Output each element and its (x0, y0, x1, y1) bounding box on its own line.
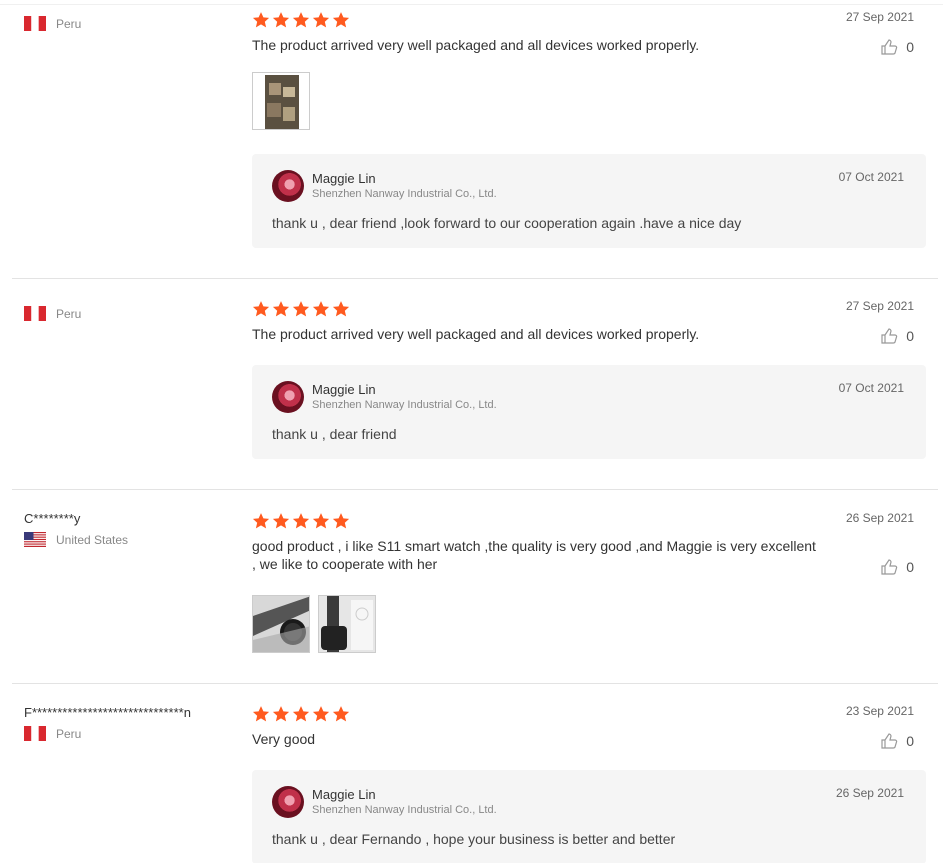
review-photo[interactable] (318, 595, 376, 653)
seller-reply: Maggie Lin Shenzhen Nanway Industrial Co… (252, 154, 926, 248)
like-button[interactable]: 0 (880, 558, 914, 576)
rating-stars (252, 705, 926, 723)
thumbs-up-icon (881, 559, 898, 575)
reviewer-info: Peru (24, 306, 81, 321)
star-icon (312, 301, 330, 317)
reviewer-name: C********y (24, 511, 81, 526)
reviewer-country: Peru (24, 306, 81, 321)
review-date: 26 Sep 2021 (845, 511, 914, 525)
like-button[interactable]: 0 (880, 732, 914, 750)
review-photo[interactable] (252, 595, 310, 653)
review-photos (252, 595, 926, 653)
review-text: Very good (252, 731, 316, 747)
star-icon (332, 12, 350, 28)
reviewer-info: C********y United States (24, 510, 128, 547)
review-text: The product arrived very well packaged a… (252, 326, 700, 342)
thumbs-up-icon (881, 328, 898, 344)
star-icon (312, 513, 330, 529)
reply-text: thank u , dear friend ,look forward to o… (272, 215, 742, 231)
seller-reply: Maggie Lin Shenzhen Nanway Industrial Co… (252, 770, 926, 863)
review-content: The product arrived very well packaged a… (252, 11, 926, 130)
star-icon (312, 706, 330, 722)
star-icon (332, 301, 350, 317)
star-icon (252, 301, 270, 317)
reply-author: Maggie Lin (312, 787, 376, 802)
reviewer-name: F******************************n (24, 705, 191, 720)
reply-company: Shenzhen Nanway Industrial Co., Ltd. (312, 804, 497, 816)
reply-date: 26 Sep 2021 (835, 786, 904, 800)
avatar (272, 381, 304, 413)
review-date: 23 Sep 2021 (845, 704, 914, 718)
avatar (272, 170, 304, 202)
review-item: F******************************n Peru Ve… (12, 684, 938, 863)
star-icon (272, 12, 290, 28)
reply-company: Shenzhen Nanway Industrial Co., Ltd. (312, 399, 497, 411)
star-icon (252, 513, 270, 529)
review-item: Peru The product arrived very well packa… (12, 0, 938, 279)
thumbs-up-icon (881, 733, 898, 749)
reviewer-country: Peru (24, 16, 81, 31)
review-photo[interactable] (252, 72, 310, 130)
country-name: Peru (56, 726, 82, 741)
like-count: 0 (906, 328, 914, 344)
reply-date: 07 Oct 2021 (838, 170, 904, 184)
reply-author: Maggie Lin (312, 171, 376, 186)
usa-flag-icon (24, 532, 46, 547)
thumbs-up-icon (881, 39, 898, 55)
star-icon (272, 706, 290, 722)
avatar (272, 786, 304, 818)
star-icon (292, 513, 310, 529)
review-text: The product arrived very well packaged a… (252, 37, 700, 53)
star-icon (292, 301, 310, 317)
rating-stars (252, 300, 926, 318)
star-icon (252, 706, 270, 722)
review-text: good product , i like S11 smart watch ,t… (252, 538, 816, 572)
reply-author: Maggie Lin (312, 382, 376, 397)
country-name: Peru (56, 16, 82, 31)
reply-date: 07 Oct 2021 (838, 381, 904, 395)
rating-stars (252, 11, 926, 29)
reviewer-country: United States (24, 532, 128, 547)
country-name: United States (56, 532, 129, 547)
review-photos (252, 72, 926, 130)
seller-reply: Maggie Lin Shenzhen Nanway Industrial Co… (252, 365, 926, 459)
like-count: 0 (906, 559, 914, 575)
like-button[interactable]: 0 (880, 38, 914, 56)
like-count: 0 (906, 39, 914, 55)
star-icon (312, 12, 330, 28)
star-icon (332, 513, 350, 529)
star-icon (272, 301, 290, 317)
review-date: 27 Sep 2021 (845, 10, 914, 24)
peru-flag-icon (24, 306, 46, 321)
star-icon (292, 12, 310, 28)
review-content: The product arrived very well packaged a… (252, 300, 926, 343)
star-icon (292, 706, 310, 722)
reply-text: thank u , dear friend (272, 426, 397, 442)
star-icon (332, 706, 350, 722)
review-item: Peru The product arrived very well packa… (12, 279, 938, 490)
review-date: 27 Sep 2021 (845, 299, 914, 313)
review-item: C********y United States good product , … (12, 490, 938, 684)
country-name: Peru (56, 306, 82, 321)
reply-company: Shenzhen Nanway Industrial Co., Ltd. (312, 188, 497, 200)
star-icon (252, 12, 270, 28)
review-content: good product , i like S11 smart watch ,t… (252, 512, 926, 653)
rating-stars (252, 512, 926, 530)
review-content: Very good (252, 705, 926, 748)
reviewer-info: F******************************n Peru (24, 704, 191, 741)
star-icon (272, 513, 290, 529)
like-button[interactable]: 0 (880, 327, 914, 345)
peru-flag-icon (24, 726, 46, 741)
reviewer-country: Peru (24, 726, 191, 741)
like-count: 0 (906, 733, 914, 749)
reply-text: thank u , dear Fernando , hope your busi… (272, 831, 676, 847)
reviewer-info: Peru (24, 16, 81, 31)
peru-flag-icon (24, 16, 46, 31)
